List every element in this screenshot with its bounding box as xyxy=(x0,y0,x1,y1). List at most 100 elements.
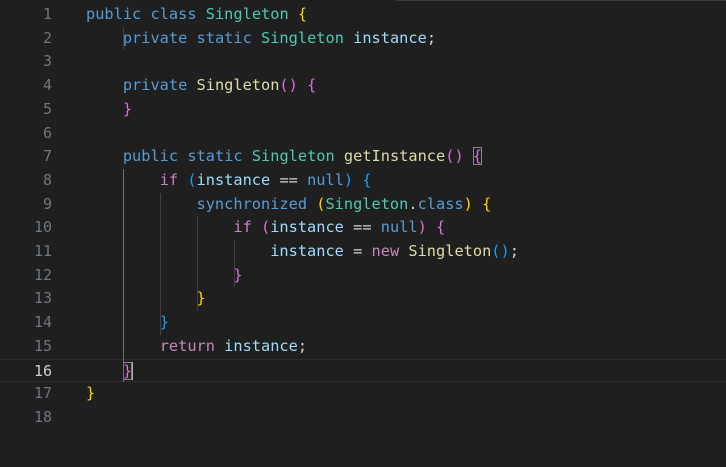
line-code: } xyxy=(86,287,206,311)
line-number: 4 xyxy=(42,76,52,95)
code-token: instance xyxy=(270,242,344,260)
code-token: public xyxy=(86,5,142,23)
code-line[interactable]: 12 } xyxy=(0,264,726,288)
code-line[interactable]: 11 instance = new Singleton(); xyxy=(0,240,726,264)
line-code: private static Singleton instance; xyxy=(86,27,436,51)
code-token: { xyxy=(307,76,317,95)
code-token: } xyxy=(159,313,169,332)
code-token: ; xyxy=(426,28,437,47)
code-line[interactable]: 18 xyxy=(0,406,726,430)
code-token: } xyxy=(196,289,206,308)
code-token: private xyxy=(122,28,188,47)
line-number: 10 xyxy=(33,218,52,237)
code-line[interactable]: 16 } xyxy=(0,358,726,383)
code-line[interactable]: 9 synchronized (Singleton.class) { xyxy=(0,193,726,217)
code-line[interactable]: 6 xyxy=(0,122,726,146)
code-token: public xyxy=(122,147,179,166)
line-code: synchronized (Singleton.class) { xyxy=(86,193,492,217)
line-number: 12 xyxy=(33,265,52,284)
code-token: class xyxy=(150,5,197,23)
code-token: ) xyxy=(417,218,427,237)
line-number: 11 xyxy=(33,242,52,260)
code-line[interactable]: 1 public class Singleton { xyxy=(0,3,726,27)
line-number: 15 xyxy=(33,336,52,355)
line-code: instance = new Singleton(); xyxy=(86,240,519,264)
code-token: = xyxy=(343,242,372,260)
line-number: 16 xyxy=(33,361,52,380)
indent-guide xyxy=(196,216,198,312)
code-line[interactable]: 8 if (instance == null) { xyxy=(0,169,726,193)
code-line[interactable]: 17} xyxy=(0,382,726,406)
code-token: instance xyxy=(224,336,298,355)
line-code: } xyxy=(86,264,242,288)
code-line[interactable]: 15 return instance; xyxy=(0,335,726,359)
code-line[interactable]: 14 } xyxy=(0,311,726,335)
line-code: public class Singleton { xyxy=(86,3,307,27)
code-token: Singleton xyxy=(205,5,289,23)
code-line[interactable]: 2 private static Singleton instance; xyxy=(0,27,726,51)
code-token: () xyxy=(445,147,464,166)
code-token: } xyxy=(86,384,96,403)
code-token: { xyxy=(472,147,483,166)
code-token: ) xyxy=(463,194,473,213)
code-token: synchronized xyxy=(196,194,308,213)
code-line[interactable]: 7 public static Singleton getInstance() … xyxy=(0,145,726,169)
code-token: () xyxy=(491,242,510,260)
line-number: 6 xyxy=(42,123,52,142)
code-line[interactable]: 4 private Singleton() { xyxy=(0,74,726,98)
code-token: { xyxy=(297,5,308,23)
code-token: instance xyxy=(270,218,344,237)
line-code: if (instance == null) { xyxy=(86,169,372,193)
code-token: ; xyxy=(509,242,519,260)
code-line[interactable]: 10 if (instance == null) { xyxy=(0,216,726,240)
line-code: public static Singleton getInstance() { xyxy=(86,145,483,169)
code-token: ; xyxy=(297,336,308,355)
indent-guide xyxy=(233,240,235,288)
indent-guide xyxy=(159,192,161,335)
code-token: null xyxy=(380,218,418,237)
code-token: == xyxy=(270,170,308,189)
line-number: 18 xyxy=(33,407,52,426)
line-number: 5 xyxy=(42,99,52,118)
line-number: 13 xyxy=(33,289,52,308)
code-token: Singleton xyxy=(196,76,280,95)
code-token: instance xyxy=(196,170,271,189)
line-code: return instance; xyxy=(86,335,307,359)
indent-guide xyxy=(122,26,124,51)
code-line[interactable]: 13 } xyxy=(0,287,726,311)
line-code: private Singleton() { xyxy=(86,74,316,98)
code-token: if xyxy=(159,170,179,189)
code-token: static xyxy=(196,28,252,47)
code-token: return xyxy=(159,336,215,355)
code-editor[interactable]: 1 public class Singleton {2 private stati… xyxy=(0,0,726,467)
text-cursor xyxy=(131,362,134,380)
code-token: { xyxy=(436,218,446,237)
line-code: } xyxy=(86,311,169,335)
code-token: . xyxy=(408,194,418,213)
line-number: 8 xyxy=(42,170,52,189)
code-line[interactable]: 5 } xyxy=(0,98,726,122)
line-number: 17 xyxy=(33,384,52,403)
line-number: 14 xyxy=(33,313,52,332)
line-number: 1 xyxy=(42,5,52,23)
line-code: } xyxy=(86,382,95,406)
code-line[interactable]: 3 xyxy=(0,50,726,74)
indent-guide xyxy=(122,168,124,383)
code-token: null xyxy=(307,170,344,189)
